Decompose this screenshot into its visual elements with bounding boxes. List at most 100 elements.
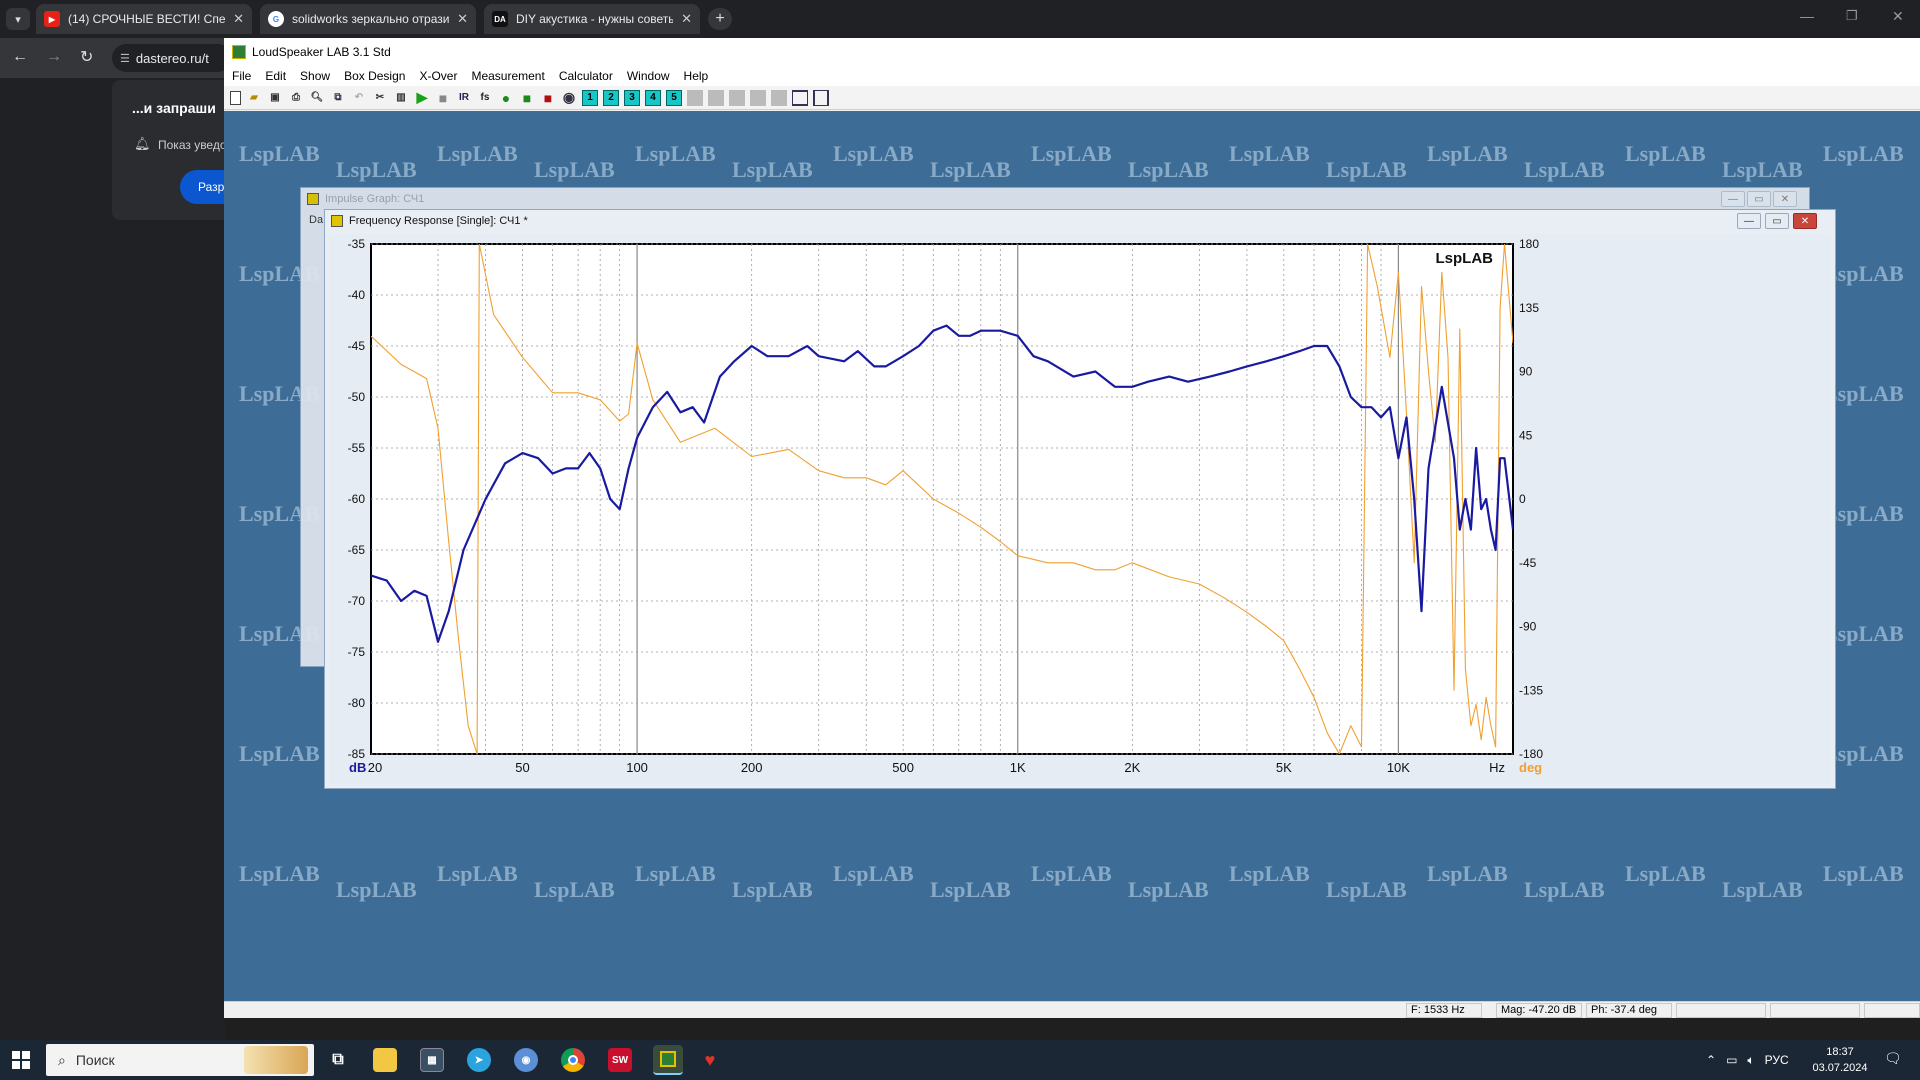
fs-icon[interactable]: fs	[477, 90, 493, 106]
youtube-icon: ▶	[44, 11, 60, 27]
slot-5-button[interactable]: 5	[666, 89, 682, 106]
green-circle-icon[interactable]: ●	[498, 90, 514, 106]
taskbar-search[interactable]: ⌕ Поиск	[46, 1044, 314, 1076]
print-preview-icon[interactable]: 🔍︎	[309, 90, 325, 106]
status-phase: Ph: -37.4 deg	[1586, 1003, 1672, 1018]
notification-title: ...и запраши	[132, 100, 216, 116]
menu-help[interactable]: Help	[684, 69, 709, 83]
save-icon[interactable]: ▣	[267, 90, 283, 106]
menu-file[interactable]: File	[232, 69, 251, 83]
reload-icon[interactable]: ↻	[80, 47, 93, 67]
stop-icon[interactable]: ■	[435, 90, 451, 106]
file-explorer-icon[interactable]	[373, 1048, 397, 1072]
new-tab-button[interactable]: +	[708, 8, 732, 30]
print-icon[interactable]: ⎙	[288, 90, 304, 106]
slot-7-button[interactable]	[708, 89, 724, 106]
tab-list-dropdown-icon[interactable]: ▾	[6, 8, 30, 30]
task-view-icon[interactable]: ⧉	[326, 1048, 350, 1072]
app-icon-blue[interactable]: ◉	[514, 1048, 538, 1072]
telegram-icon[interactable]: ➤	[467, 1048, 491, 1072]
chrome-icon[interactable]	[561, 1048, 585, 1072]
maximize-icon[interactable]: ▭	[1765, 213, 1789, 229]
tools-icon[interactable]: ✂	[372, 90, 388, 106]
menu-edit[interactable]: Edit	[265, 69, 286, 83]
impulse-tab[interactable]: Da	[309, 214, 325, 230]
menu-calculator[interactable]: Calculator	[559, 69, 613, 83]
network-icon[interactable]: ▭	[1726, 1053, 1737, 1067]
menu-show[interactable]: Show	[300, 69, 330, 83]
start-icon[interactable]	[12, 1051, 30, 1069]
back-icon[interactable]: ←	[12, 48, 28, 66]
slot-3-button[interactable]: 3	[624, 89, 640, 106]
new-file-icon[interactable]	[230, 90, 241, 105]
close-tab-icon[interactable]: ✕	[457, 11, 468, 27]
browser-tab-google[interactable]: G solidworks зеркально отразить ✕	[260, 4, 476, 34]
notifications-icon[interactable]: 🗨︎	[1884, 1050, 1902, 1067]
notification-text: Показ уведо	[158, 138, 227, 152]
y-left-axis-label: dB	[349, 760, 366, 775]
browser-tab-youtube[interactable]: ▶ (14) СРОЧНЫЕ ВЕСТИ! Спецгр ✕	[36, 4, 252, 34]
x-tick-label: 20	[368, 760, 382, 775]
x-tick-label: Hz	[1489, 760, 1505, 775]
menu-x-over[interactable]: X-Over	[419, 69, 457, 83]
slot-2-button[interactable]: 2	[603, 89, 619, 106]
forward-icon[interactable]: →	[46, 48, 62, 66]
close-tab-icon[interactable]: ✕	[681, 11, 692, 27]
address-bar[interactable]: ☰ dastereo.ru/t	[112, 44, 232, 72]
tile-horizontal-icon[interactable]	[792, 89, 808, 106]
watermark-text: LspLAB	[1326, 877, 1407, 902]
slot-1-button[interactable]: 1	[582, 89, 598, 106]
menu-box-design[interactable]: Box Design	[344, 69, 405, 83]
minimize-icon[interactable]: —	[1721, 191, 1745, 207]
ir-icon[interactable]: IR	[456, 90, 472, 106]
calculator-icon[interactable]: ▦	[420, 1048, 444, 1072]
play-icon[interactable]: ▶	[414, 89, 430, 106]
menu-measurement[interactable]: Measurement	[471, 69, 544, 83]
slot-9-button[interactable]	[750, 89, 766, 106]
menu-window[interactable]: Window	[627, 69, 670, 83]
slot-6-button[interactable]	[687, 89, 703, 106]
undo-icon[interactable]: ↶	[351, 90, 367, 106]
x-tick-label: 2K	[1124, 760, 1140, 775]
watermark-text: LspLAB	[1326, 157, 1407, 182]
chevron-up-icon[interactable]: ⌃	[1706, 1053, 1716, 1067]
equalizer-icon[interactable]: ▥	[393, 90, 409, 106]
slot-8-button[interactable]	[729, 89, 745, 106]
y-left-tick-label: -35	[348, 237, 366, 251]
minimize-icon[interactable]: —	[1737, 213, 1761, 229]
impulse-window-title-bar[interactable]: Impulse Graph: СЧ1	[301, 188, 1809, 210]
y-left-tick-label: -70	[348, 594, 366, 608]
loudspeaker-lab-taskbar-icon[interactable]	[653, 1045, 683, 1075]
slot-10-button[interactable]	[771, 89, 787, 106]
y-left-tick-label: -85	[348, 747, 366, 761]
close-browser-icon[interactable]: ✕	[1892, 8, 1904, 25]
watermark-text: LspLAB	[1625, 861, 1706, 886]
volume-icon[interactable]: 🔈︎	[1747, 1053, 1754, 1068]
green-square-icon[interactable]: ■	[519, 90, 535, 106]
close-icon[interactable]: ✕	[1773, 191, 1797, 207]
frequency-response-window[interactable]: Frequency Response [Single]: СЧ1 * — ▭ ✕…	[324, 209, 1836, 789]
copy-icon[interactable]: ⧉	[330, 90, 346, 106]
slot-4-button[interactable]: 4	[645, 89, 661, 106]
close-tab-icon[interactable]: ✕	[233, 11, 244, 27]
watermark-text: LspLAB	[1625, 141, 1706, 166]
frequency-response-chart[interactable]: -35 -40 -45 -50 -55 -60 -65 -70 -75 -80 -85 180 135 9…	[329, 234, 1831, 786]
app-icon-red[interactable]: ♥	[698, 1048, 722, 1072]
browser-tab-diy[interactable]: DA DIY акустика - нужны советы ✕	[484, 4, 700, 34]
open-folder-icon[interactable]: ▰	[246, 90, 262, 106]
y-left-tick-label: -45	[348, 339, 366, 353]
y-right-tick-label: -90	[1519, 620, 1537, 634]
clock[interactable]: 18:37 03.07.2024	[1800, 1044, 1880, 1076]
maximize-icon[interactable]: ▭	[1747, 191, 1771, 207]
close-icon[interactable]: ✕	[1793, 213, 1817, 229]
blue-circle-icon[interactable]: ◉	[561, 89, 577, 106]
minimize-browser-icon[interactable]: —	[1800, 8, 1814, 24]
chart-area[interactable]: -35 -40 -45 -50 -55 -60 -65 -70 -75 -80 -85 180 135 9…	[329, 234, 1831, 786]
solidworks-icon[interactable]: SW	[608, 1048, 632, 1072]
red-chart-icon[interactable]: ■	[540, 90, 556, 106]
freq-window-title-bar[interactable]: Frequency Response [Single]: СЧ1 *	[325, 210, 1835, 232]
site-info-icon[interactable]: ☰	[120, 52, 130, 65]
restore-browser-icon[interactable]: ❐	[1846, 8, 1858, 24]
tile-vertical-icon[interactable]	[813, 89, 829, 106]
language-indicator[interactable]: РУС	[1765, 1053, 1789, 1067]
